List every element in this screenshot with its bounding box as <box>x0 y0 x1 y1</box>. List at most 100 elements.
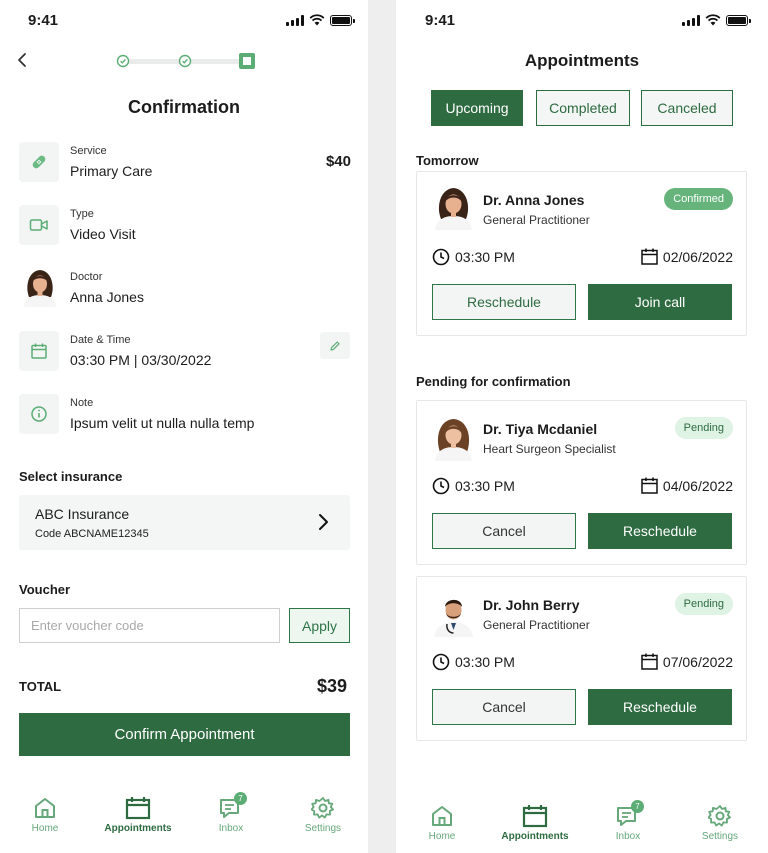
appointment-card: Dr. Anna Jones General Practitioner Conf… <box>416 171 747 336</box>
nav-settings[interactable]: Settings <box>680 804 760 842</box>
step-3-current <box>239 53 255 69</box>
nav-home[interactable]: Home <box>5 796 85 834</box>
type-label: Type <box>70 208 94 220</box>
appointment-time: 03:30 PM <box>432 248 515 266</box>
appointment-card: Dr. Tiya Mcdaniel Heart Surgeon Speciali… <box>416 400 747 565</box>
clock-icon <box>432 477 450 495</box>
doctor-name: Dr. John Berry <box>483 597 580 613</box>
insurance-section-title: Select insurance <box>19 469 123 484</box>
nav-appointments[interactable]: Appointments <box>495 804 575 842</box>
doctor-role: Heart Surgeon Specialist <box>483 442 616 456</box>
appointment-date: 02/06/2022 <box>641 248 733 265</box>
doctor-label: Doctor <box>70 271 103 283</box>
calendar-icon <box>522 805 548 828</box>
status-badge: Pending <box>674 593 733 615</box>
gear-icon <box>708 805 731 827</box>
confirm-appointment-button[interactable]: Confirm Appointment <box>19 713 350 756</box>
signal-icon <box>682 14 700 26</box>
status-icons <box>682 14 751 26</box>
edit-datetime-button[interactable] <box>320 332 350 359</box>
nav-home[interactable]: Home <box>402 804 482 842</box>
battery-icon <box>726 14 751 26</box>
nav-appointments-label: Appointments <box>104 823 172 834</box>
doctor-avatar <box>24 270 56 307</box>
cancel-button[interactable]: Cancel <box>432 513 576 549</box>
voucher-input[interactable] <box>19 608 280 643</box>
time-value: 03:30 PM <box>455 654 515 670</box>
service-price: $40 <box>325 153 351 170</box>
appointment-date: 04/06/2022 <box>641 477 733 494</box>
inbox-badge: 7 <box>234 792 247 805</box>
calendar-icon <box>641 477 658 494</box>
clock-icon <box>432 248 450 266</box>
reschedule-button[interactable]: Reschedule <box>588 513 732 549</box>
status-time: 9:41 <box>28 12 59 29</box>
note-label: Note <box>70 397 94 409</box>
nav-inbox[interactable]: 7 Inbox <box>191 792 271 834</box>
nav-home-label: Home <box>428 831 456 842</box>
wifi-icon <box>309 14 325 26</box>
reschedule-button[interactable]: Reschedule <box>432 284 576 320</box>
inbox-badge: 7 <box>631 800 644 813</box>
appointment-time: 03:30 PM <box>432 653 515 671</box>
reschedule-button[interactable]: Reschedule <box>588 689 732 725</box>
group-pending-title: Pending for confirmation <box>416 374 571 389</box>
appointment-time: 03:30 PM <box>432 477 515 495</box>
home-icon <box>35 798 55 818</box>
date-value: 02/06/2022 <box>662 248 733 265</box>
step-2-check-icon <box>178 54 192 68</box>
tab-completed[interactable]: Completed <box>536 90 630 126</box>
nav-settings[interactable]: Settings <box>283 796 363 834</box>
info-icon <box>19 394 59 434</box>
status-badge: Confirmed <box>664 188 733 210</box>
nav-settings-label: Settings <box>304 823 342 834</box>
chevron-right-icon <box>319 514 328 530</box>
join-call-button[interactable]: Join call <box>588 284 732 320</box>
nav-inbox[interactable]: 7 Inbox <box>588 800 668 842</box>
gear-icon <box>311 797 334 819</box>
page-title: Appointments <box>524 51 640 70</box>
note-value: Ipsum velit ut nulla nulla temp <box>70 415 255 431</box>
nav-inbox-label: Inbox <box>615 831 641 842</box>
pencil-icon <box>330 340 340 351</box>
doctor-name: Dr. Tiya Mcdaniel <box>483 421 598 437</box>
calendar-icon <box>641 653 658 670</box>
time-value: 03:30 PM <box>455 478 515 494</box>
home-icon <box>432 806 452 826</box>
signal-icon <box>286 14 304 26</box>
doctor-value: Anna Jones <box>70 289 144 305</box>
datetime-value: 03:30 PM | 03/30/2022 <box>70 352 212 368</box>
date-value: 04/06/2022 <box>662 477 733 494</box>
step-1-check-icon <box>116 54 130 68</box>
doctor-avatar <box>435 419 472 461</box>
doctor-avatar <box>434 599 473 637</box>
calendar-icon <box>641 248 658 265</box>
datetime-label: Date & Time <box>70 334 131 346</box>
nav-appointments-label: Appointments <box>501 831 569 842</box>
status-time: 9:41 <box>425 12 456 29</box>
tab-canceled[interactable]: Canceled <box>641 90 733 126</box>
page-title: Confirmation <box>128 97 240 117</box>
insurance-name: ABC Insurance <box>35 506 130 522</box>
time-value: 03:30 PM <box>455 249 515 265</box>
doctor-role: General Practitioner <box>483 213 590 227</box>
nav-inbox-label: Inbox <box>218 823 244 834</box>
video-icon <box>19 205 59 245</box>
tab-upcoming[interactable]: Upcoming <box>431 90 523 126</box>
nav-home-label: Home <box>31 823 59 834</box>
insurance-selector[interactable]: ABC Insurance Code ABCNAME12345 <box>19 495 350 550</box>
service-label: Service <box>70 145 107 157</box>
service-value: Primary Care <box>70 163 153 179</box>
back-chevron-icon[interactable] <box>14 51 32 69</box>
wifi-icon <box>705 14 721 26</box>
doctor-avatar <box>435 188 472 230</box>
nav-appointments[interactable]: Appointments <box>98 796 178 834</box>
apply-voucher-button[interactable]: Apply <box>289 608 350 643</box>
doctor-name: Dr. Anna Jones <box>483 192 585 208</box>
group-tomorrow-title: Tomorrow <box>416 153 479 168</box>
battery-icon <box>330 14 355 26</box>
total-value: $39 <box>316 676 347 696</box>
calendar-icon <box>19 331 59 371</box>
total-label: TOTAL <box>19 679 62 694</box>
cancel-button[interactable]: Cancel <box>432 689 576 725</box>
